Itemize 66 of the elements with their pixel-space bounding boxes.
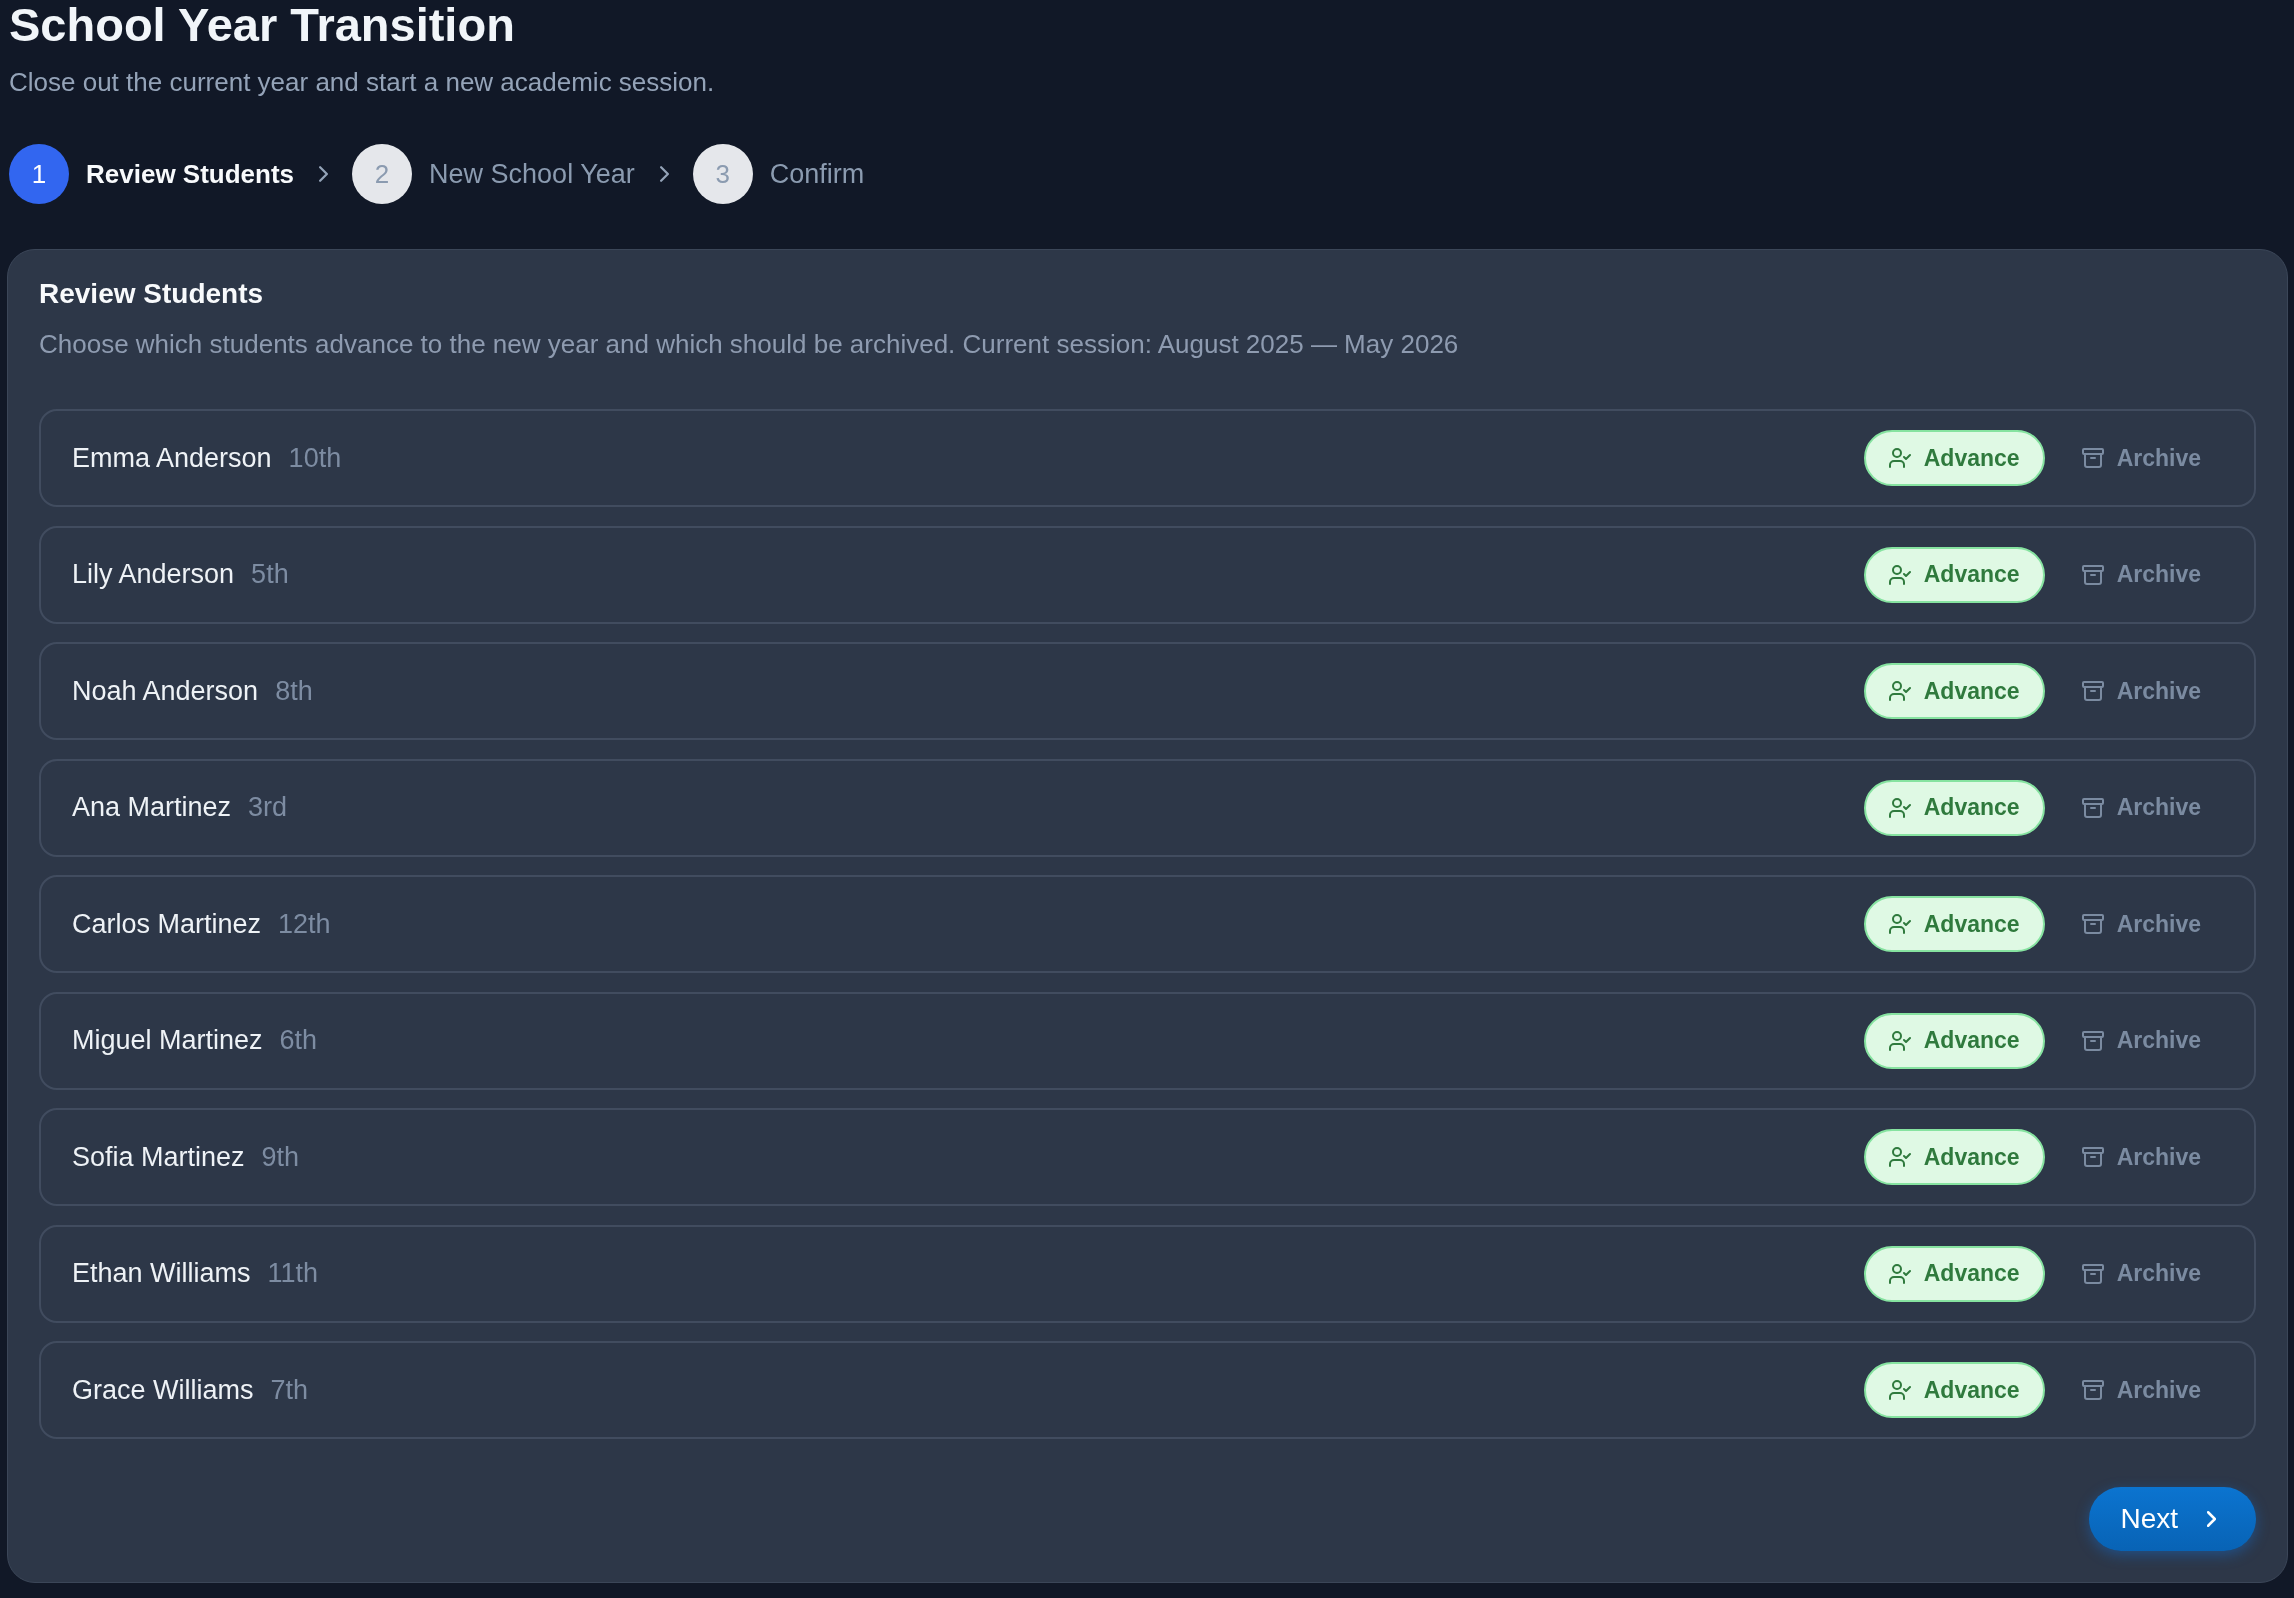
archive-button[interactable]: Archive bbox=[2056, 779, 2226, 836]
advance-button[interactable]: Advance bbox=[1863, 430, 2045, 486]
archive-box-icon bbox=[2081, 797, 2104, 818]
student-grade: 10th bbox=[288, 442, 342, 474]
archive-box-icon bbox=[2081, 1030, 2104, 1051]
archive-button[interactable]: Archive bbox=[2056, 896, 2226, 952]
student-name: Noah Anderson bbox=[72, 675, 259, 707]
student-name: Carlos Martinez bbox=[72, 908, 262, 940]
archive-box-icon bbox=[2081, 564, 2104, 585]
next-button[interactable]: Next bbox=[2089, 1487, 2256, 1551]
advance-button[interactable]: Advance bbox=[1863, 1362, 2045, 1418]
step-label[interactable]: Review Students bbox=[86, 157, 295, 191]
advance-button[interactable]: Advance bbox=[1863, 1245, 2045, 1302]
user-check-icon bbox=[1888, 1263, 1911, 1284]
student-name: Miguel Martinez bbox=[72, 1025, 263, 1056]
student-name: Lily Anderson bbox=[72, 559, 235, 590]
student-grade: 3rd bbox=[248, 792, 288, 823]
archive-button[interactable]: Archive bbox=[2056, 546, 2226, 603]
archive-button[interactable]: Archive bbox=[2056, 1129, 2226, 1185]
student-name: Grace Williams bbox=[72, 1374, 254, 1406]
advance-button[interactable]: Advance bbox=[1863, 546, 2045, 603]
student-name: Ana Martinez bbox=[72, 792, 232, 823]
archive-box-icon bbox=[2081, 448, 2104, 468]
archive-box-icon bbox=[2081, 1263, 2104, 1284]
archive-box-icon bbox=[2081, 1380, 2104, 1400]
archive-box-icon bbox=[2081, 914, 2104, 934]
advance-button[interactable]: Advance bbox=[1863, 896, 2045, 952]
user-check-icon bbox=[1888, 681, 1911, 701]
user-check-icon bbox=[1888, 1030, 1911, 1051]
student-grade: 8th bbox=[275, 675, 313, 707]
student-grade: 6th bbox=[279, 1025, 318, 1056]
archive-button[interactable]: Archive bbox=[2056, 1012, 2226, 1069]
chevron-right-icon bbox=[2207, 1511, 2216, 1527]
advance-button[interactable]: Advance bbox=[1863, 779, 2045, 836]
page-subtitle: Close out the current year and start a new academic session. bbox=[9, 66, 716, 98]
archive-button[interactable]: Archive bbox=[2056, 1362, 2226, 1418]
card-description: Choose which students advance to the new year and which should be archived. Current session: August 2025 — May 2026 bbox=[39, 328, 1460, 360]
user-check-icon bbox=[1888, 564, 1911, 585]
archive-button[interactable]: Archive bbox=[2056, 663, 2226, 719]
student-grade: 12th bbox=[278, 908, 331, 940]
archive-button[interactable]: Archive bbox=[2056, 430, 2226, 486]
advance-button[interactable]: Advance bbox=[1863, 1012, 2045, 1069]
user-check-icon bbox=[1888, 914, 1911, 934]
student-grade: 9th bbox=[261, 1141, 300, 1173]
chevron-right-icon bbox=[319, 166, 329, 182]
archive-box-icon bbox=[2081, 1147, 2104, 1167]
user-check-icon bbox=[1888, 1147, 1911, 1167]
step-number[interactable]: 1 bbox=[9, 144, 69, 204]
page-title: School Year Transition bbox=[9, 0, 516, 50]
advance-button[interactable]: Advance bbox=[1863, 1129, 2045, 1185]
archive-box-icon bbox=[2081, 681, 2104, 701]
student-grade: 5th bbox=[251, 559, 289, 590]
user-check-icon bbox=[1888, 1380, 1911, 1400]
user-check-icon bbox=[1888, 448, 1911, 468]
student-name: Sofia Martinez bbox=[72, 1141, 245, 1173]
step-label[interactable]: New School Year bbox=[429, 157, 635, 191]
student-grade: 11th bbox=[267, 1258, 319, 1289]
archive-button[interactable]: Archive bbox=[2056, 1245, 2226, 1302]
step-label[interactable]: Confirm bbox=[769, 157, 865, 191]
chevron-right-icon bbox=[659, 166, 669, 182]
student-name: Emma Anderson bbox=[72, 442, 272, 474]
user-check-icon bbox=[1888, 797, 1911, 818]
student-grade: 7th bbox=[270, 1374, 309, 1406]
card-title: Review Students bbox=[39, 277, 265, 311]
advance-button[interactable]: Advance bbox=[1863, 663, 2045, 719]
student-name: Ethan Williams bbox=[72, 1258, 251, 1289]
